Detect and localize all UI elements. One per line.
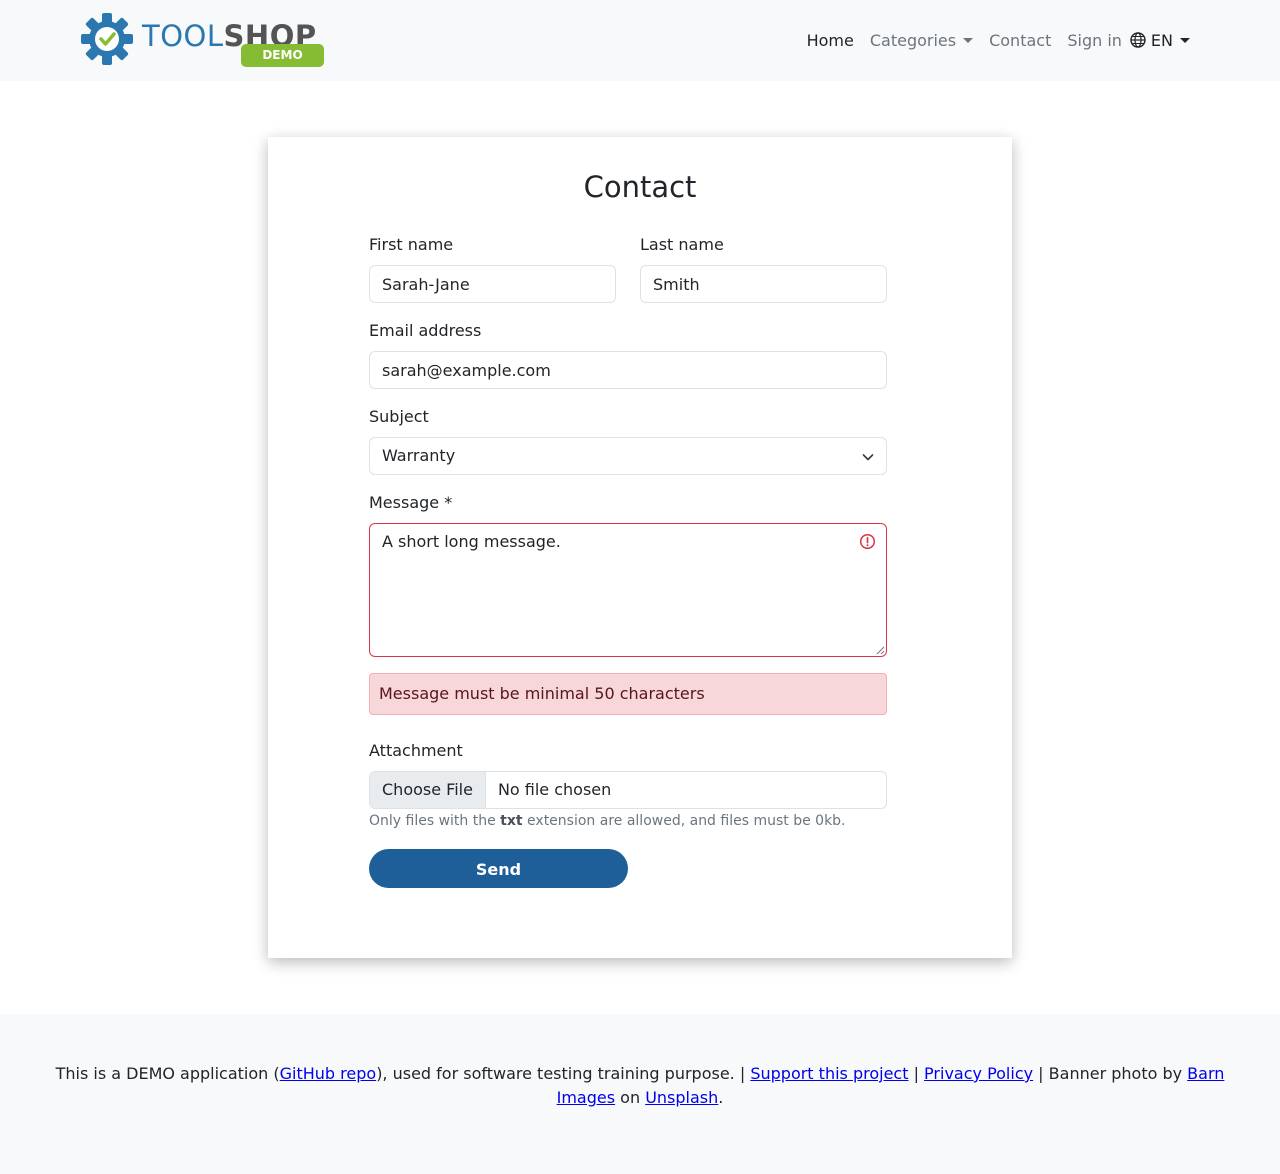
nav-categories-dropdown[interactable]: Categories: [862, 31, 981, 50]
attachment-help-text: Only files with the txt extension are al…: [369, 812, 846, 830]
footer-separator: |: [908, 1064, 925, 1083]
help-suffix: extension are allowed, and files must be…: [522, 813, 846, 829]
last-name-field[interactable]: [640, 265, 887, 303]
nav-menu: Home Categories Contact Sign in EN: [799, 28, 1198, 52]
subject-select[interactable]: Warranty: [369, 437, 887, 475]
chevron-down-icon: [963, 37, 974, 43]
message-label: Message *: [369, 493, 453, 512]
subject-selected-value: Warranty: [382, 446, 456, 465]
send-button[interactable]: Send: [369, 849, 628, 888]
subject-label: Subject: [369, 407, 429, 426]
support-project-link[interactable]: Support this project: [750, 1064, 908, 1083]
last-name-label: Last name: [640, 235, 724, 254]
nav-categories-label: Categories: [869, 30, 957, 50]
help-extension: txt: [500, 813, 523, 829]
footer-text-2: ), used for software testing training pu…: [376, 1064, 751, 1083]
navbar: TOOLSHOP DEMO Home Categories Contact Si…: [0, 0, 1280, 81]
github-repo-link[interactable]: GitHub repo: [280, 1064, 377, 1083]
gear-check-icon: [81, 13, 133, 65]
unsplash-link[interactable]: Unsplash: [645, 1088, 718, 1107]
page-title: Contact: [583, 170, 697, 204]
attachment-file-input[interactable]: Choose File No file chosen: [369, 771, 887, 809]
nav-home[interactable]: Home: [799, 31, 862, 50]
file-status-text: No file chosen: [497, 780, 612, 799]
footer: This is a DEMO application (GitHub repo)…: [0, 1014, 1280, 1174]
footer-text-5: .: [718, 1088, 724, 1107]
chevron-down-icon: [862, 454, 874, 461]
resize-handle-icon[interactable]: [876, 646, 885, 655]
attachment-label: Attachment: [369, 741, 463, 760]
first-name-field[interactable]: [369, 265, 616, 303]
nav-contact[interactable]: Contact: [981, 31, 1059, 50]
privacy-policy-link[interactable]: Privacy Policy: [924, 1064, 1033, 1083]
demo-badge: DEMO: [241, 44, 324, 67]
footer-text-3: | Banner photo by: [1033, 1064, 1188, 1083]
brand-name-tool: TOOL: [142, 19, 224, 53]
error-icon: [859, 533, 876, 550]
choose-file-button[interactable]: Choose File: [370, 772, 486, 808]
chevron-down-icon: [1180, 37, 1190, 43]
footer-text: This is a DEMO application (GitHub repo)…: [40, 1062, 1240, 1110]
language-dropdown[interactable]: EN: [1130, 31, 1198, 50]
brand-logo[interactable]: TOOLSHOP DEMO: [80, 12, 330, 70]
email-label: Email address: [369, 321, 482, 340]
message-field[interactable]: A short long message.: [369, 523, 887, 657]
first-name-label: First name: [369, 235, 454, 254]
language-label: EN: [1150, 30, 1173, 50]
help-prefix: Only files with the: [369, 813, 501, 829]
email-field[interactable]: [369, 351, 887, 389]
message-error-alert: Message must be minimal 50 characters: [369, 673, 887, 715]
footer-text-1: This is a DEMO application (: [55, 1064, 280, 1083]
globe-icon: [1130, 32, 1146, 48]
nav-sign-in[interactable]: Sign in: [1059, 31, 1130, 50]
footer-text-4: on: [615, 1088, 646, 1107]
